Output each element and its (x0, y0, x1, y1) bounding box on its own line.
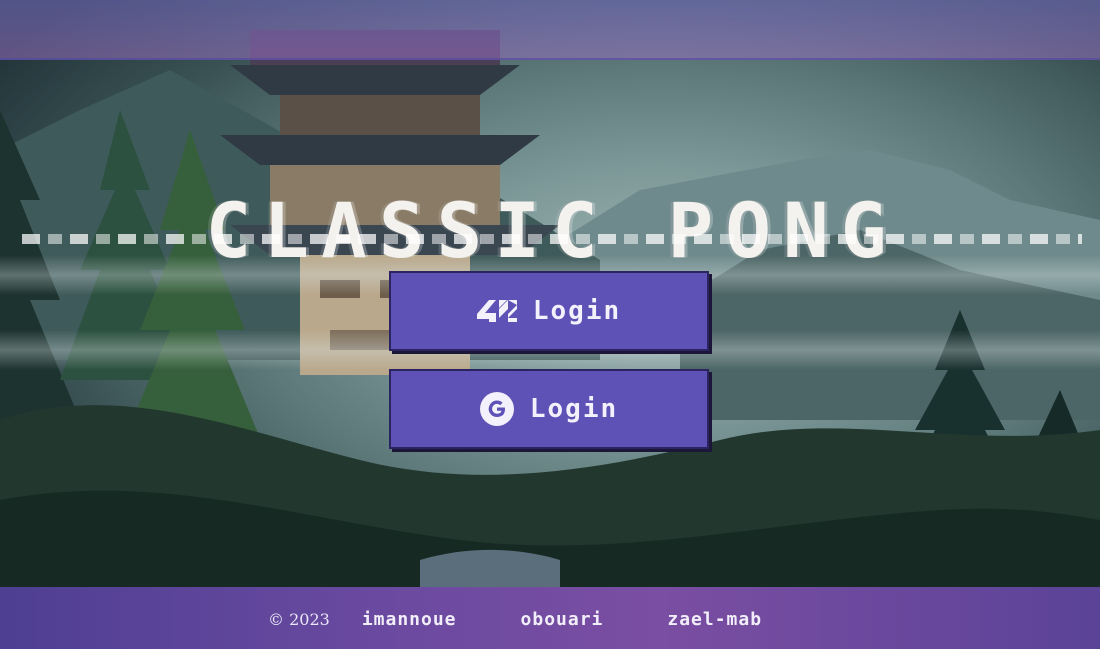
login-42-button[interactable]: Login (389, 271, 709, 351)
title-text: CLASSIC PONG (205, 186, 899, 275)
google-icon (479, 392, 514, 426)
42-logo-icon (476, 300, 517, 322)
title-glitch-effect (22, 234, 1082, 244)
author-link-imannoue[interactable]: imannoue (362, 609, 457, 630)
login-google-button[interactable]: Login (389, 369, 709, 449)
copyright-text: © 2023 (268, 609, 330, 629)
top-bar (0, 0, 1100, 60)
footer-credits: © 2023 imannoue obouari zael-mab (268, 606, 826, 632)
login-42-label: Login (532, 296, 622, 326)
author-link-obouari[interactable]: obouari (521, 609, 604, 630)
author-link-zael-mab[interactable]: zael-mab (667, 609, 762, 630)
login-google-label: Login (529, 394, 619, 424)
page-title: CLASSIC PONG (22, 186, 1082, 275)
